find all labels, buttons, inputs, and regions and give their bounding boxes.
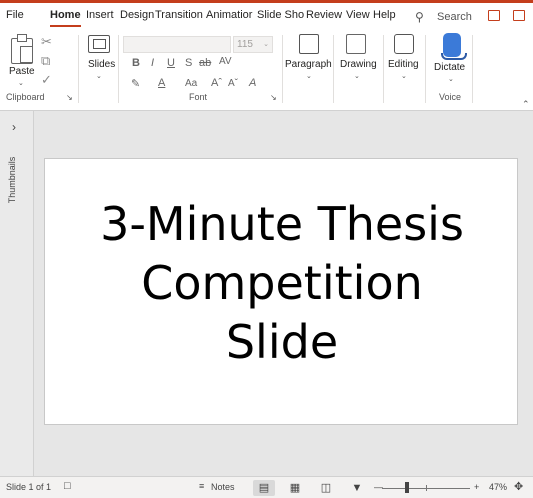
zoom-slider-midpoint [426, 485, 427, 491]
tab-view[interactable]: View [346, 9, 370, 21]
tab-review[interactable]: Review [306, 9, 342, 21]
search-label[interactable]: Search [437, 11, 472, 23]
drawing-chevron-icon[interactable]: ⌄ [354, 72, 360, 80]
shrink-font-button[interactable]: Aˇ [228, 78, 238, 89]
slide-title-line: 3-Minute Thesis [100, 197, 464, 251]
collapse-ribbon-icon[interactable]: ⌃ [522, 99, 530, 110]
clear-formatting-button[interactable]: A [249, 77, 256, 89]
editing-icon[interactable] [394, 34, 414, 54]
expand-thumbnails-icon[interactable]: › [12, 120, 16, 134]
slides-chevron-icon[interactable]: ⌄ [96, 72, 102, 80]
voice-group-label: Voice [439, 92, 462, 102]
dictate-chevron-icon[interactable]: ⌄ [448, 75, 454, 83]
tab-animations[interactable]: Animatior [206, 9, 256, 21]
slides-button-label[interactable]: Slides [88, 59, 115, 70]
thumbnails-label: Thumbnails [7, 156, 17, 204]
character-spacing-button[interactable]: AV [219, 56, 232, 67]
tab-insert[interactable]: Insert [86, 9, 114, 21]
thumbnails-pane[interactable]: › Thumbnails [0, 111, 34, 476]
fit-to-window-icon[interactable]: ✥ [514, 480, 523, 493]
ribbon-tabs: File Home Insert Design Transition Anima… [0, 3, 533, 29]
paragraph-chevron-icon[interactable]: ⌄ [306, 72, 312, 80]
highlight-icon[interactable]: ✎ [131, 77, 140, 90]
slideshow-icon[interactable]: ▼ [346, 480, 368, 496]
normal-view-icon[interactable]: ▤ [253, 480, 275, 496]
font-size-field[interactable]: 115 ⌄ [233, 36, 273, 53]
font-group-label: Font [189, 92, 208, 102]
zoom-percent[interactable]: 47% [489, 482, 507, 492]
italic-button[interactable]: I [151, 57, 154, 69]
slides-icon[interactable] [88, 35, 110, 53]
ribbon-home: Paste ⌄ ✂ ⧉ ✓ Clipboard ↘ Slides ⌄ 115 ⌄ … [0, 29, 533, 111]
tab-help[interactable]: Help [373, 9, 396, 21]
clipboard-group-label: Clipboard [6, 92, 45, 102]
font-color-button[interactable]: A [158, 77, 165, 89]
ribbon-divider [333, 35, 334, 103]
notes-button-label[interactable]: Notes [211, 482, 235, 492]
slide-sorter-icon[interactable]: ▦ [284, 480, 306, 496]
ribbon-divider [282, 35, 283, 103]
change-case-button[interactable]: Aa [185, 78, 197, 89]
dictate-icon[interactable] [441, 33, 467, 60]
clipboard-launcher-icon[interactable]: ↘ [66, 93, 73, 102]
font-name-field[interactable] [123, 36, 231, 53]
drawing-button-label[interactable]: Drawing [340, 59, 377, 70]
active-tab-indicator [50, 25, 81, 27]
search-icon[interactable]: ⚲ [415, 10, 424, 24]
tab-slide-show[interactable]: Slide Shov [257, 9, 304, 21]
paragraph-icon[interactable] [299, 34, 319, 54]
tab-home[interactable]: Home [50, 9, 81, 21]
zoom-slider-thumb[interactable] [405, 482, 409, 493]
ribbon-divider [118, 35, 119, 103]
share-icon[interactable] [488, 10, 500, 21]
tab-design[interactable]: Design [120, 9, 154, 21]
ribbon-divider [425, 35, 426, 103]
slide-title-line: Competition [141, 256, 423, 310]
copy-icon[interactable]: ⧉ [41, 53, 50, 69]
font-size-chevron-icon[interactable]: ⌄ [263, 40, 269, 48]
tab-transitions[interactable]: Transition [155, 9, 203, 21]
editing-chevron-icon[interactable]: ⌄ [401, 72, 407, 80]
zoom-out-button[interactable]: — [374, 482, 383, 492]
paste-button-label[interactable]: Paste [9, 66, 35, 77]
paste-chevron-icon[interactable]: ⌄ [18, 79, 24, 87]
font-launcher-icon[interactable]: ↘ [270, 93, 277, 102]
drawing-icon[interactable] [346, 34, 366, 54]
zoom-in-button[interactable]: + [474, 482, 479, 492]
paste-icon[interactable] [11, 34, 33, 64]
ribbon-divider [78, 35, 79, 103]
reading-view-icon[interactable]: ◫ [315, 480, 337, 496]
slide-title-line: Slide [225, 315, 339, 369]
dictate-button-label[interactable]: Dictate [434, 62, 465, 73]
paragraph-button-label[interactable]: Paragraph [285, 59, 332, 70]
shadow-button[interactable]: S [185, 57, 192, 69]
tab-file[interactable]: File [6, 9, 24, 21]
accessibility-icon[interactable]: □ [64, 480, 71, 492]
bold-button[interactable]: B [132, 57, 140, 69]
editing-button-label[interactable]: Editing [388, 59, 419, 70]
slide-indicator: Slide 1 of 1 [6, 482, 52, 492]
slide-canvas[interactable]: 3-Minute Thesis Competition Slide [44, 158, 518, 425]
cut-icon[interactable]: ✂ [41, 34, 52, 50]
underline-button[interactable]: U [167, 57, 175, 69]
ribbon-divider [383, 35, 384, 103]
slide-title-textbox[interactable]: 3-Minute Thesis Competition Slide [45, 195, 519, 372]
status-bar: Slide 1 of 1 □ ≡ Notes ▤ ▦ ◫ ▼ — + 47% ✥ [0, 476, 533, 498]
grow-font-button[interactable]: Aˆ [211, 77, 222, 89]
format-painter-icon[interactable]: ✓ [41, 72, 52, 88]
notes-icon[interactable]: ≡ [199, 481, 204, 491]
ribbon-divider [472, 35, 473, 103]
font-size-value: 115 [237, 39, 253, 50]
strikethrough-button[interactable]: ab [199, 57, 211, 69]
comment-icon[interactable] [513, 10, 525, 21]
